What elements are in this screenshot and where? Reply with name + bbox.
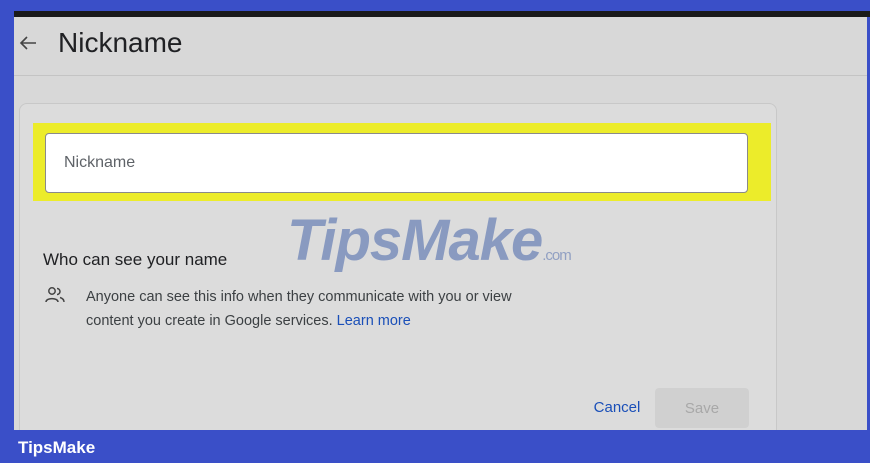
people-icon <box>44 286 66 304</box>
nickname-input[interactable] <box>45 133 748 193</box>
footer-bar: TipsMake <box>0 430 870 463</box>
learn-more-link[interactable]: Learn more <box>337 313 411 329</box>
app-screen: Nickname Who can see your name Anyone ca… <box>14 17 867 430</box>
watermark-suffix: .com <box>542 247 571 264</box>
back-arrow-icon[interactable] <box>16 31 40 55</box>
cancel-button[interactable]: Cancel <box>574 389 660 425</box>
visibility-description: Anyone can see this info when they commu… <box>86 285 516 333</box>
frame-left-border <box>0 0 14 430</box>
watermark: TipsMake.com <box>287 207 572 274</box>
page-title: Nickname <box>58 27 183 58</box>
visibility-title: Who can see your name <box>43 250 228 269</box>
page-header: Nickname <box>14 17 867 76</box>
screenshot-frame: Nickname Who can see your name Anyone ca… <box>0 0 870 463</box>
save-button[interactable]: Save <box>655 388 749 428</box>
footer-brand: TipsMake <box>18 438 96 457</box>
visibility-description-text: Anyone can see this info when they commu… <box>86 289 512 329</box>
watermark-main: TipsMake <box>287 208 543 273</box>
frame-top-border <box>0 0 870 11</box>
